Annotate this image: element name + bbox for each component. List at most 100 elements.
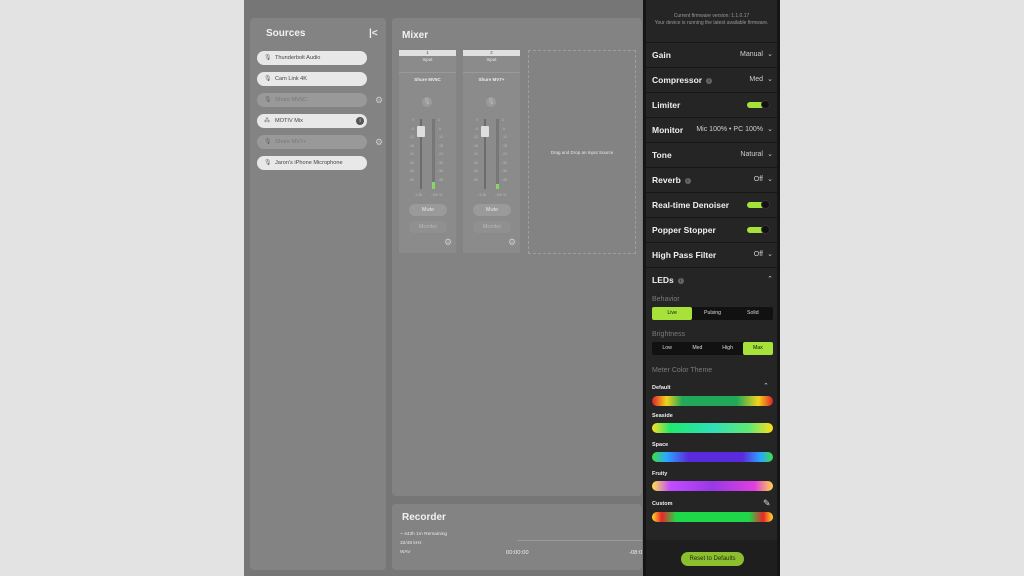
channel-input-label: Input	[486, 57, 497, 62]
chevron-up-icon[interactable]: ⌃	[763, 382, 769, 390]
behavior-solid[interactable]: Solid	[733, 307, 773, 320]
popper-stopper-label: Popper Stopper	[652, 225, 716, 235]
recorder-remaining-time: -08:0	[629, 550, 643, 556]
theme-space-bar[interactable]	[652, 452, 773, 462]
channel-name: Shure MV7+	[463, 72, 520, 82]
gear-icon[interactable]: ⚙	[375, 95, 383, 106]
high-pass-value: Off	[753, 251, 763, 258]
source-label: Jaron's iPhone Microphone	[275, 160, 343, 166]
source-label: Cam Link 4K	[275, 76, 308, 82]
mixer-title: Mixer	[402, 30, 429, 41]
firmware-status: Current firmware version: 1.1.0.17 Your …	[643, 13, 780, 27]
monitor-value: Mic 100% • PC 100%	[696, 126, 763, 133]
gear-icon[interactable]: ⚙	[444, 237, 452, 248]
level-meter-fill	[432, 182, 435, 189]
theme-default-bar[interactable]	[652, 396, 773, 406]
denoiser-toggle[interactable]	[747, 200, 770, 209]
brightness-low[interactable]: Low	[652, 342, 682, 355]
source-item-iphone[interactable]: 🎙 Jaron's iPhone Microphone	[257, 156, 367, 170]
mic-icon: 🎙	[264, 97, 272, 103]
source-item-mv7[interactable]: 🎙 Shure MV7+	[257, 135, 367, 149]
high-pass-row[interactable]: High Pass Filter Off ⌄	[646, 242, 777, 267]
chevron-down-icon: ⌄	[767, 126, 773, 133]
gain-row[interactable]: Gain Manual ⌄	[646, 42, 777, 67]
source-item-motiv-mix[interactable]: ⁂ MOTIV Mix i	[257, 114, 367, 128]
compressor-label: Compressor	[652, 75, 703, 85]
level-meter-fill	[496, 184, 499, 189]
theme-seaside-bar[interactable]	[652, 423, 773, 433]
leds-label-wrap: LEDs i	[652, 275, 684, 285]
recorder-title: Recorder	[402, 512, 446, 523]
drop-input-zone[interactable]: Drag and Drop an Input Source	[528, 50, 636, 254]
monitor-button[interactable]: Monitor	[473, 221, 511, 233]
fader-handle[interactable]	[481, 126, 489, 137]
brightness-max[interactable]: Max	[742, 342, 773, 355]
mic-icon: 🎙	[264, 160, 272, 166]
level-meter	[432, 119, 435, 189]
leds-label: LEDs	[652, 275, 674, 285]
gain-value: Manual	[740, 51, 763, 58]
brightness-label: Brightness	[652, 331, 686, 338]
brightness-high[interactable]: High	[713, 342, 743, 355]
tone-value: Natural	[740, 151, 763, 158]
settings-panel: Current firmware version: 1.1.0.17 Your …	[643, 0, 780, 576]
limiter-row: Limiter	[646, 92, 777, 117]
info-icon[interactable]: i	[677, 278, 684, 284]
mic-icon: 🎙	[264, 139, 272, 145]
recorder-elapsed: 00:00:00	[506, 550, 529, 556]
recorder-remaining: ~ 443h 1m Remaining	[400, 532, 448, 537]
collapse-sidebar-icon[interactable]: |<	[369, 28, 378, 39]
sources-title: Sources	[266, 28, 306, 39]
brightness-med[interactable]: Med	[682, 342, 712, 355]
channel-strip-1: 1 Input Shure MV5C 🎙 0 -6 -12 -18 -24 -30 -36-…	[399, 50, 456, 253]
mic-icon: 🎙	[264, 76, 272, 82]
theme-fruity-label: Fruity	[652, 471, 668, 477]
fader-scale: 0 -6 -12 -18 -24 -30 -36 -50	[408, 118, 414, 182]
reverb-label-wrap: Reverb i	[652, 175, 691, 185]
mute-button[interactable]: Mute	[473, 204, 511, 216]
monitor-button[interactable]: Monitor	[409, 221, 447, 233]
mix-icon: ⁂	[264, 118, 270, 124]
tone-row[interactable]: Tone Natural ⌄	[646, 142, 777, 167]
level-meter	[496, 119, 499, 189]
reset-to-defaults-button[interactable]: Reset to Defaults	[681, 552, 744, 566]
gear-icon[interactable]: ⚙	[508, 237, 516, 248]
high-pass-label: High Pass Filter	[652, 250, 717, 260]
chevron-down-icon: ⌄	[767, 176, 773, 183]
chevron-down-icon: ⌄	[767, 151, 773, 158]
theme-default-label: Default	[652, 385, 671, 391]
source-item-camlink[interactable]: 🎙 Cam Link 4K	[257, 72, 367, 86]
channel-name: Shure MV5C	[399, 72, 456, 82]
gear-icon[interactable]: ⚙	[375, 137, 383, 148]
info-icon[interactable]: i	[706, 78, 713, 84]
theme-fruity-bar[interactable]	[652, 481, 773, 491]
edit-pencil-icon[interactable]: ✎	[763, 498, 771, 509]
mute-button[interactable]: Mute	[409, 204, 447, 216]
info-icon[interactable]: i	[684, 178, 691, 184]
recorder-sample-rate: 32/48 kHz	[400, 541, 422, 546]
recorder-panel: Recorder ~ 443h 1m Remaining 32/48 kHz W…	[392, 504, 642, 570]
source-item-thunderbolt[interactable]: 🎙 Thunderbolt Audio	[257, 51, 367, 65]
popper-stopper-toggle[interactable]	[747, 225, 770, 234]
reverb-row[interactable]: Reverb i Off ⌄	[646, 167, 777, 192]
chevron-down-icon: ⌄	[767, 51, 773, 58]
firmware-message: Your device is running the latest availa…	[654, 20, 769, 26]
behavior-live[interactable]: Live	[652, 307, 693, 320]
meter-theme-label: Meter Color Theme	[652, 367, 713, 374]
fader-handle[interactable]	[417, 126, 425, 137]
behavior-label: Behavior	[652, 296, 680, 303]
chevron-up-icon: ⌃	[767, 276, 773, 283]
monitor-row[interactable]: Monitor Mic 100% • PC 100% ⌄	[646, 117, 777, 142]
compressor-row[interactable]: Compressor i Med ⌄	[646, 67, 777, 92]
leds-row[interactable]: LEDs i ⌃	[646, 267, 777, 292]
denoiser-row: Real-time Denoiser	[646, 192, 777, 217]
limiter-toggle[interactable]	[747, 100, 770, 109]
behavior-pulsing[interactable]: Pulsing	[692, 307, 732, 320]
meter-level-value: -100 %	[431, 193, 443, 197]
channel-strip-2: 2 Input Shure MV7+ 🎙 0 -6 -12 -18 -24 -30 -36-…	[463, 50, 520, 253]
denoiser-label: Real-time Denoiser	[652, 200, 729, 210]
theme-custom-bar[interactable]	[652, 512, 773, 522]
tone-label: Tone	[652, 150, 672, 160]
source-item-mv5c[interactable]: 🎙 Shure MV5C	[257, 93, 367, 107]
info-icon[interactable]: i	[356, 117, 364, 125]
